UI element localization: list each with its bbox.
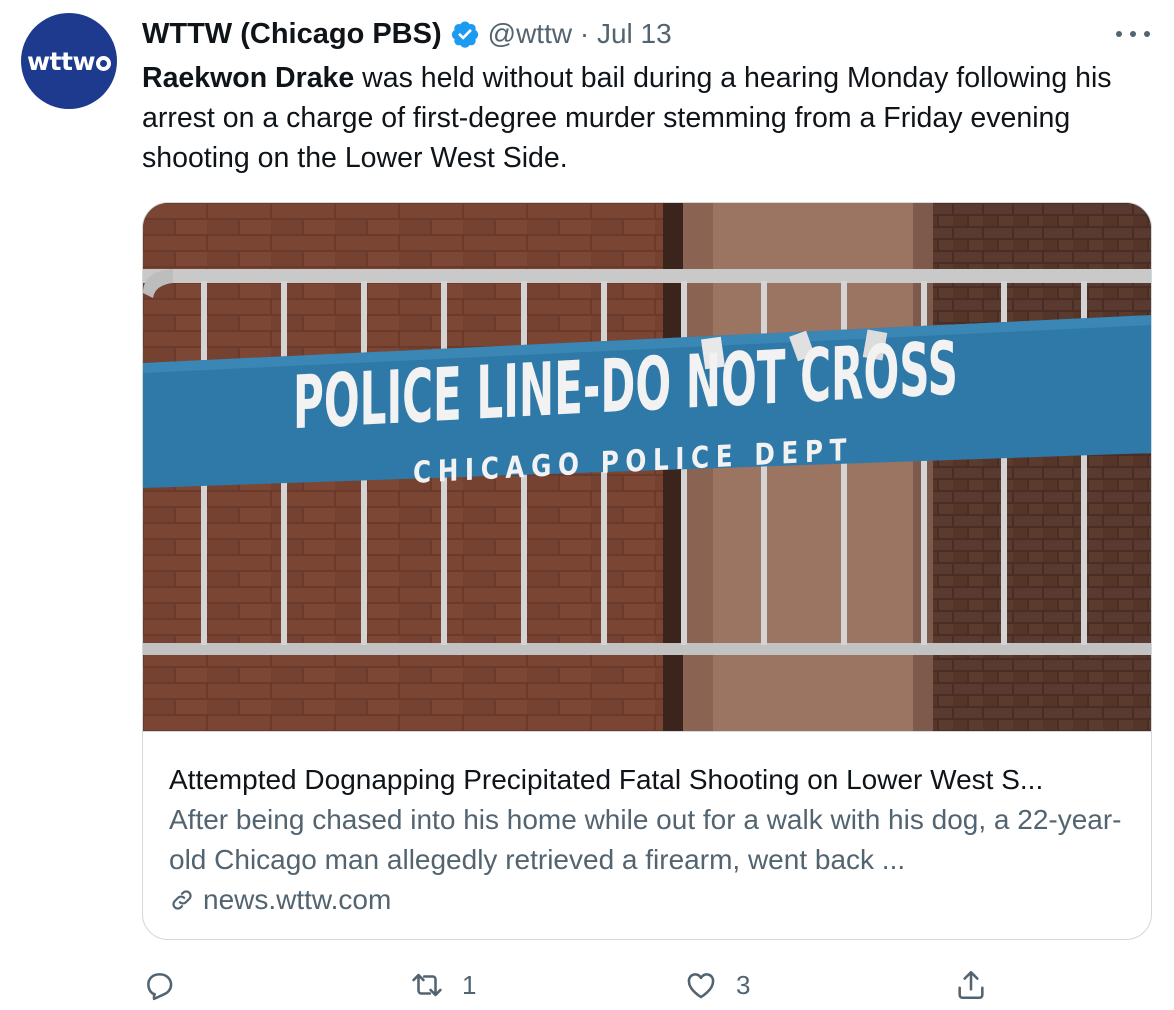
avatar-logo-text: wttw — [27, 47, 112, 76]
tweet-header: WTTW (Chicago PBS) @wttw · Jul 13 — [142, 14, 672, 54]
reply-icon — [147, 973, 173, 1001]
retweet-button[interactable]: 1 — [410, 962, 476, 1008]
action-bar: 1 3 — [142, 962, 1002, 1008]
card-body[interactable]: Attempted Dognapping Precipitated Fatal … — [143, 731, 1151, 939]
pbs-logo-icon — [96, 55, 112, 71]
card-title: Attempted Dognapping Precipitated Fatal … — [169, 764, 1044, 795]
handle-and-date[interactable]: @wttw · Jul 13 — [488, 18, 672, 50]
share-icon — [958, 970, 984, 1000]
reply-button[interactable] — [142, 962, 194, 1008]
police-line-photo: POLICE LINE-DO NOT CROSS CHICAGO POLICE … — [143, 203, 1151, 731]
card-domain-text: news.wttw.com — [203, 884, 392, 915]
like-count: 3 — [736, 969, 751, 1000]
like-button[interactable]: 3 — [684, 962, 750, 1008]
tweet-text: Raekwon Drake was held without bail duri… — [142, 58, 1152, 178]
avatar[interactable]: wttw — [21, 13, 117, 109]
display-name[interactable]: WTTW (Chicago PBS) — [142, 18, 442, 51]
link-card[interactable]: POLICE LINE-DO NOT CROSS CHICAGO POLICE … — [142, 202, 1152, 940]
retweet-icon — [412, 973, 442, 997]
share-button[interactable] — [954, 962, 988, 1008]
card-image[interactable]: POLICE LINE-DO NOT CROSS CHICAGO POLICE … — [143, 203, 1151, 731]
verified-badge-icon — [451, 21, 478, 48]
retweet-count: 1 — [462, 969, 477, 1000]
card-domain: news.wttw.com — [169, 880, 391, 920]
like-icon — [687, 973, 715, 999]
card-description: After being chased into his home while o… — [169, 804, 1122, 875]
link-icon — [172, 890, 192, 910]
more-icon[interactable] — [1116, 24, 1150, 44]
tweet-text-bold: Raekwon Drake — [142, 62, 355, 94]
